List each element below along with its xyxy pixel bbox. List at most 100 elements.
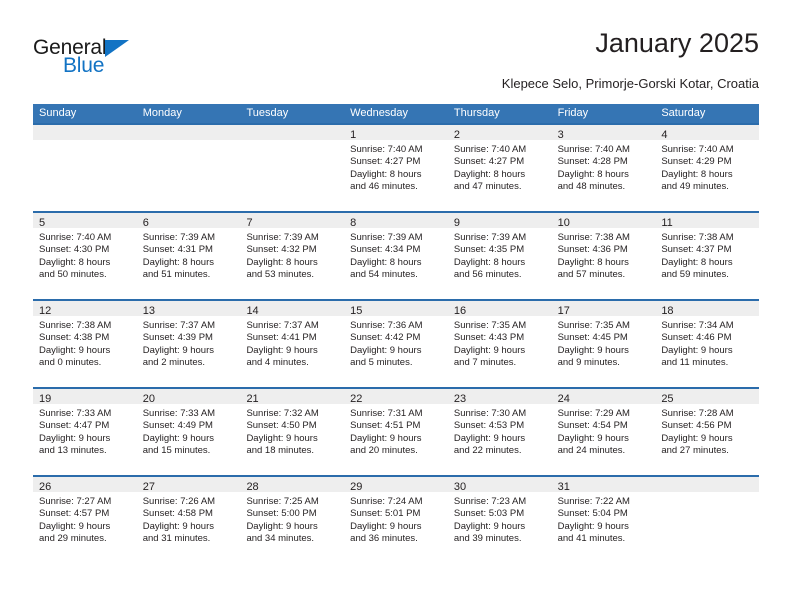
calendar-day-cell[interactable]: 26 Sunrise: 7:27 AM Sunset: 4:57 PM Dayl… (33, 477, 137, 563)
day-details (137, 140, 241, 144)
calendar-day-cell[interactable]: 5 Sunrise: 7:40 AM Sunset: 4:30 PM Dayli… (33, 213, 137, 299)
day-number-band: 1 (344, 125, 448, 141)
day-number-band: 20 (136, 389, 241, 405)
daylight-text-line1: Daylight: 8 hours (350, 256, 422, 268)
day-number-band: 3 (551, 125, 656, 141)
calendar-day-cell[interactable]: 21 Sunrise: 7:32 AM Sunset: 4:50 PM Dayl… (240, 389, 345, 475)
daylight-text-line2: and 53 minutes. (246, 269, 315, 281)
calendar-day-cell[interactable] (136, 125, 241, 211)
daylight-text-line1: Daylight: 9 hours (246, 344, 318, 356)
day-number: 24 (557, 393, 570, 405)
daylight-text-line1: Daylight: 8 hours (557, 168, 629, 180)
calendar-day-cell[interactable]: 29 Sunrise: 7:24 AM Sunset: 5:01 PM Dayl… (344, 477, 448, 563)
weekday-header-monday: Monday (142, 107, 182, 119)
calendar-day-cell[interactable]: 14 Sunrise: 7:37 AM Sunset: 4:41 PM Dayl… (240, 301, 345, 387)
daylight-text-line2: and 54 minutes. (350, 269, 418, 281)
day-number-band: 30 (447, 477, 552, 493)
day-number: 28 (246, 481, 259, 493)
calendar-day-cell[interactable]: 20 Sunrise: 7:33 AM Sunset: 4:49 PM Dayl… (136, 389, 241, 475)
day-number-band: 15 (344, 301, 448, 317)
day-details: Sunrise: 7:36 AM Sunset: 4:42 PM Dayligh… (344, 316, 448, 370)
sunrise-text: Sunrise: 7:36 AM (350, 320, 423, 331)
day-details: Sunrise: 7:26 AM Sunset: 4:58 PM Dayligh… (137, 492, 241, 546)
day-number-band (655, 477, 760, 492)
calendar-day-cell[interactable]: 17 Sunrise: 7:35 AM Sunset: 4:45 PM Dayl… (551, 301, 656, 387)
sunset-text: Sunset: 4:41 PM (246, 332, 317, 344)
calendar-day-cell[interactable] (240, 125, 345, 211)
calendar-day-cell[interactable]: 10 Sunrise: 7:38 AM Sunset: 4:36 PM Dayl… (551, 213, 656, 299)
daylight-text-line2: and 4 minutes. (246, 357, 309, 369)
calendar-day-cell[interactable]: 30 Sunrise: 7:23 AM Sunset: 5:03 PM Dayl… (447, 477, 552, 563)
sunrise-text: Sunrise: 7:40 AM (661, 144, 734, 155)
daylight-text-line1: Daylight: 8 hours (350, 168, 422, 180)
calendar-day-cell[interactable]: 8 Sunrise: 7:39 AM Sunset: 4:34 PM Dayli… (344, 213, 448, 299)
day-details: Sunrise: 7:40 AM Sunset: 4:27 PM Dayligh… (448, 140, 552, 194)
calendar-day-cell[interactable] (33, 125, 137, 211)
calendar-day-cell[interactable]: 16 Sunrise: 7:35 AM Sunset: 4:43 PM Dayl… (447, 301, 552, 387)
daylight-text-line1: Daylight: 8 hours (39, 256, 111, 268)
logo-text-blue: Blue (63, 54, 105, 77)
sunset-text: Sunset: 4:43 PM (453, 332, 525, 344)
calendar-day-cell[interactable]: 7 Sunrise: 7:39 AM Sunset: 4:32 PM Dayli… (240, 213, 345, 299)
calendar-day-cell[interactable]: 15 Sunrise: 7:36 AM Sunset: 4:42 PM Dayl… (344, 301, 448, 387)
calendar-day-cell[interactable]: 25 Sunrise: 7:28 AM Sunset: 4:56 PM Dayl… (655, 389, 760, 475)
day-number: 23 (453, 393, 467, 405)
calendar-day-cell[interactable]: 12 Sunrise: 7:38 AM Sunset: 4:38 PM Dayl… (33, 301, 137, 387)
calendar-day-cell[interactable]: 23 Sunrise: 7:30 AM Sunset: 4:53 PM Dayl… (447, 389, 552, 475)
day-number: 14 (246, 305, 259, 317)
calendar-week-row: 5 Sunrise: 7:40 AM Sunset: 4:30 PM Dayli… (33, 211, 760, 299)
daylight-text-line2: and 29 minutes. (39, 533, 107, 545)
daylight-text-line2: and 46 minutes. (350, 181, 418, 193)
calendar-day-cell[interactable]: 19 Sunrise: 7:33 AM Sunset: 4:47 PM Dayl… (33, 389, 137, 475)
sunset-text: Sunset: 4:39 PM (142, 332, 213, 344)
day-number-band: 31 (551, 477, 656, 493)
calendar-day-cell[interactable]: 6 Sunrise: 7:39 AM Sunset: 4:31 PM Dayli… (136, 213, 241, 299)
day-details: Sunrise: 7:28 AM Sunset: 4:56 PM Dayligh… (655, 404, 759, 458)
daylight-text-line1: Daylight: 9 hours (557, 432, 629, 444)
calendar-day-cell[interactable]: 9 Sunrise: 7:39 AM Sunset: 4:35 PM Dayli… (447, 213, 552, 299)
day-details: Sunrise: 7:34 AM Sunset: 4:46 PM Dayligh… (655, 316, 759, 370)
daylight-text-line2: and 18 minutes. (246, 445, 315, 457)
sunset-text: Sunset: 5:01 PM (350, 508, 421, 520)
day-number: 6 (142, 217, 149, 229)
calendar-day-cell[interactable]: 2 Sunrise: 7:40 AM Sunset: 4:27 PM Dayli… (447, 125, 552, 211)
day-number: 4 (661, 129, 668, 141)
day-details: Sunrise: 7:35 AM Sunset: 4:43 PM Dayligh… (448, 316, 552, 370)
calendar-day-cell[interactable]: 31 Sunrise: 7:22 AM Sunset: 5:04 PM Dayl… (551, 477, 656, 563)
day-details: Sunrise: 7:29 AM Sunset: 4:54 PM Dayligh… (552, 404, 656, 458)
day-number: 13 (142, 305, 155, 317)
day-number-band (33, 125, 137, 140)
weekday-header-sunday: Sunday (39, 107, 77, 119)
daylight-text-line2: and 24 minutes. (557, 445, 626, 457)
calendar-day-cell[interactable]: 1 Sunrise: 7:40 AM Sunset: 4:27 PM Dayli… (344, 125, 448, 211)
calendar-day-cell[interactable]: 28 Sunrise: 7:25 AM Sunset: 5:00 PM Dayl… (240, 477, 345, 563)
sunset-text: Sunset: 4:42 PM (350, 332, 421, 344)
sunrise-text: Sunrise: 7:39 AM (453, 232, 527, 243)
day-number-band: 23 (447, 389, 552, 405)
calendar-day-cell[interactable]: 22 Sunrise: 7:31 AM Sunset: 4:51 PM Dayl… (344, 389, 448, 475)
calendar-day-cell[interactable]: 13 Sunrise: 7:37 AM Sunset: 4:39 PM Dayl… (136, 301, 241, 387)
calendar-day-cell[interactable]: 4 Sunrise: 7:40 AM Sunset: 4:29 PM Dayli… (655, 125, 760, 211)
calendar-day-cell[interactable]: 11 Sunrise: 7:38 AM Sunset: 4:37 PM Dayl… (655, 213, 760, 299)
daylight-text-line2: and 20 minutes. (350, 445, 418, 457)
day-number: 19 (39, 393, 52, 405)
calendar-day-cell[interactable] (655, 477, 760, 563)
calendar-day-cell[interactable]: 3 Sunrise: 7:40 AM Sunset: 4:28 PM Dayli… (551, 125, 656, 211)
day-details: Sunrise: 7:32 AM Sunset: 4:50 PM Dayligh… (240, 404, 344, 458)
calendar-day-cell[interactable]: 27 Sunrise: 7:26 AM Sunset: 4:58 PM Dayl… (136, 477, 241, 563)
calendar-day-cell[interactable]: 24 Sunrise: 7:29 AM Sunset: 4:54 PM Dayl… (551, 389, 656, 475)
daylight-text-line1: Daylight: 8 hours (453, 168, 526, 180)
day-number: 18 (661, 305, 674, 317)
weekday-header-row: Sunday Monday Tuesday Wednesday Thursday… (33, 104, 759, 123)
daylight-text-line2: and 9 minutes. (557, 357, 620, 369)
day-number-band: 19 (33, 389, 137, 405)
calendar-week-row: 26 Sunrise: 7:27 AM Sunset: 4:57 PM Dayl… (33, 475, 760, 563)
sunset-text: Sunset: 5:03 PM (453, 508, 525, 520)
daylight-text-line1: Daylight: 9 hours (557, 520, 629, 532)
sunrise-text: Sunrise: 7:38 AM (557, 232, 630, 243)
sunrise-text: Sunrise: 7:22 AM (557, 496, 630, 507)
sunset-text: Sunset: 4:36 PM (557, 244, 628, 256)
calendar-day-cell[interactable]: 18 Sunrise: 7:34 AM Sunset: 4:46 PM Dayl… (655, 301, 760, 387)
day-number-band: 22 (344, 389, 448, 405)
sunset-text: Sunset: 4:34 PM (350, 244, 421, 256)
